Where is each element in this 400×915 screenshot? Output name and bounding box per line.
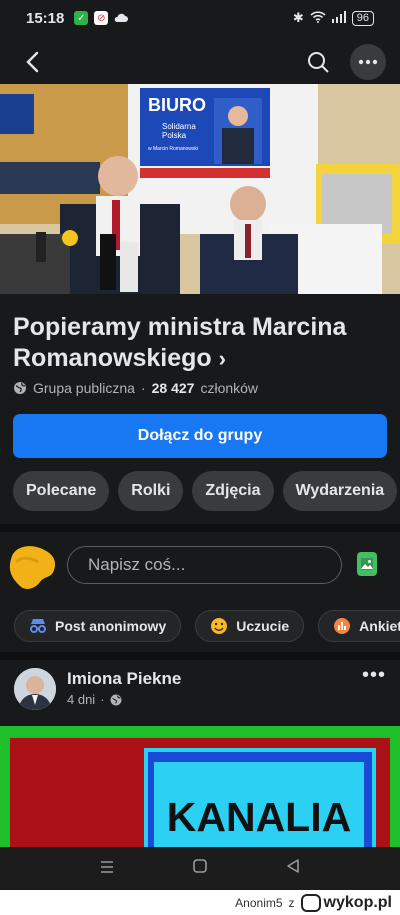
cover-sign-sub2: Polska: [162, 131, 187, 140]
smiley-icon: [211, 618, 228, 634]
post-author-avatar[interactable]: [14, 668, 56, 710]
triangle-back-icon: [287, 859, 300, 873]
avatar-image: [9, 546, 56, 589]
chip-anonymous-label: Post anonimowy: [55, 618, 167, 634]
search-icon: [308, 52, 329, 73]
signal-icon: [331, 10, 346, 26]
cover-sign-title: BIURO: [148, 95, 206, 115]
menu-lines-icon: [100, 861, 113, 873]
status-time: 15:18: [26, 9, 65, 27]
user-avatar[interactable]: [8, 542, 60, 592]
group-title-text: Popieramy ministra Marcina Romanowskiego: [13, 313, 347, 372]
search-button[interactable]: [300, 44, 336, 80]
group-title[interactable]: Popieramy ministra Marcina Romanowskiego…: [13, 312, 393, 374]
footer-site: wykop.pl: [323, 893, 392, 911]
photo-button[interactable]: [357, 552, 377, 576]
chip-feeling-label: Uczucie: [236, 618, 290, 634]
tab-zdjecia[interactable]: Zdjęcia: [192, 471, 274, 511]
shield-icon: ✓: [74, 11, 89, 25]
title-chevron-icon: ›: [218, 346, 226, 371]
footer-brand: wykop.pl: [300, 893, 392, 912]
composer-chips: Post anonimowy Uczucie Ankieta: [14, 610, 400, 642]
android-back-button[interactable]: [285, 858, 301, 879]
wykop-logo-icon: [300, 893, 321, 912]
more-dots-icon: [358, 59, 378, 65]
poll-icon: [334, 618, 351, 634]
chip-feeling[interactable]: Uczucie: [195, 610, 305, 642]
back-button[interactable]: [14, 44, 50, 80]
screen: 15:18 ✓ ⊘ ✱ 96 BIURO Solidarna Polska w …: [0, 0, 400, 890]
group-tabs: Polecane Rolki Zdjęcia Wydarzenia: [13, 471, 398, 511]
tab-wydarzenia[interactable]: Wydarzenia: [282, 471, 398, 511]
post-author-name[interactable]: Imiona Piekne: [67, 669, 181, 689]
cloud-icon: [114, 11, 129, 25]
photo-icon: [361, 558, 373, 570]
cover-photo[interactable]: BIURO Solidarna Polska w Marcin Romanows…: [0, 84, 400, 294]
section-divider: [0, 524, 400, 532]
footer-user: Anonim5: [235, 895, 283, 910]
home-square-icon: [193, 859, 207, 873]
more-options-button[interactable]: [350, 44, 386, 80]
tab-rolki[interactable]: Rolki: [118, 471, 184, 511]
incognito-icon: [30, 619, 46, 633]
bluetooth-icon: ✱: [292, 10, 304, 25]
footer-joiner: z: [288, 895, 295, 910]
privacy-label: Grupa publiczna: [33, 380, 135, 396]
chip-anonymous-post[interactable]: Post anonimowy: [14, 610, 182, 642]
group-meta: Grupa publiczna · 28 427 członków: [13, 380, 258, 396]
post-time-separator: ·: [100, 692, 105, 707]
android-nav-bar: [0, 847, 400, 890]
chip-poll[interactable]: Ankieta: [318, 610, 400, 642]
status-right: ✱ 96: [293, 10, 374, 26]
cover-sign-sub3: w Marcin Romanowski: [148, 146, 198, 152]
battery-indicator: 96: [351, 10, 374, 26]
post-timestamp: 4 dni ·: [67, 692, 122, 707]
app-notification-icon: ⊘: [94, 11, 109, 25]
chip-poll-label: Ankieta: [359, 618, 400, 634]
author-avatar-image: [14, 668, 56, 710]
cover-sign-sub1: Solidarna: [162, 122, 196, 131]
tab-polecane[interactable]: Polecane: [13, 471, 110, 511]
members-label: członków: [200, 380, 259, 396]
globe-icon: [14, 382, 26, 394]
post-time-text: 4 dni: [67, 692, 96, 707]
cover-photo-image: BIURO Solidarna Polska w Marcin Romanows…: [0, 84, 400, 294]
members-count: 28 427: [151, 380, 195, 396]
section-divider-2: [0, 652, 400, 660]
post-more-button[interactable]: •••: [362, 664, 386, 687]
recent-apps-button[interactable]: [99, 858, 115, 879]
home-button[interactable]: [192, 858, 208, 879]
join-group-button[interactable]: Dołącz do grupy: [13, 414, 387, 458]
composer-input[interactable]: Napisz coś...: [67, 546, 342, 584]
globe-icon: [110, 694, 122, 705]
watermark-footer: Anonim5 z wykop.pl: [0, 890, 400, 915]
status-bar: 15:18 ✓ ⊘ ✱ 96: [0, 0, 400, 36]
back-arrow-icon: [26, 51, 39, 73]
meta-separator: ·: [140, 380, 146, 396]
wifi-icon: [310, 10, 326, 26]
top-nav: [0, 40, 400, 84]
